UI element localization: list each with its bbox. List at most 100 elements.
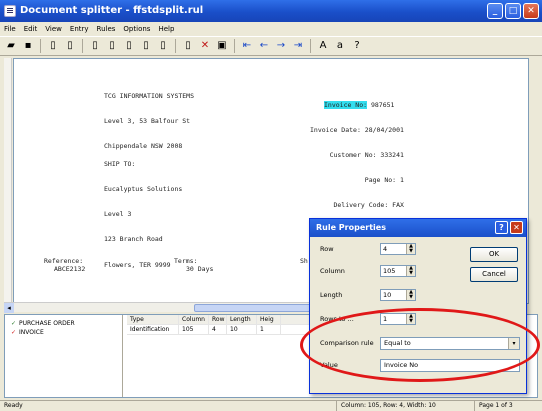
grid-cell: 4	[209, 325, 227, 334]
vertical-ruler	[4, 58, 12, 304]
column-value: 105	[383, 267, 396, 275]
menu-rules[interactable]: Rules	[97, 22, 116, 36]
spin-arrows-icon[interactable]: ▲ ▼	[406, 290, 415, 300]
properties-icon[interactable]: ▣	[215, 39, 229, 53]
length-spinner[interactable]: 10 ▲ ▼	[380, 289, 416, 301]
dialog-title: Rule Properties	[310, 219, 526, 237]
arrow-prev-icon[interactable]: ←	[257, 39, 271, 53]
page-icon[interactable]: ▯	[139, 39, 153, 53]
grid-cell: 10	[227, 325, 257, 334]
tree-item-label: INVOICE	[19, 329, 44, 336]
page-icon[interactable]: ▯	[105, 39, 119, 53]
invoice-detail: Delivery Code: FAX	[333, 201, 404, 210]
arrow-last-icon[interactable]: ⇥	[291, 39, 305, 53]
window-title: Document splitter - ffstdsplit.rul	[20, 5, 204, 16]
arrow-next-icon[interactable]: →	[274, 39, 288, 53]
page-icon[interactable]: ▯	[88, 39, 102, 53]
grid-cell: Identification	[127, 325, 179, 334]
page-icon[interactable]: ▯	[181, 39, 195, 53]
menu-help[interactable]: Help	[158, 22, 174, 36]
row-value: 4	[383, 245, 388, 253]
arrow-first-icon[interactable]: ⇤	[240, 39, 254, 53]
ship-to-line: Level 3	[104, 210, 132, 219]
open-icon[interactable]: ▰	[4, 39, 18, 53]
status-bar: Ready Column: 105, Row: 4, Width: 10 Pag…	[0, 400, 542, 411]
minimize-button[interactable]: _	[487, 3, 503, 19]
ship-to-block: SHIP TO: Eucalyptus Solutions Level 3 12…	[104, 143, 182, 286]
cancel-button[interactable]: Cancel	[470, 267, 518, 282]
page-icon[interactable]: ▯	[46, 39, 60, 53]
dialog-help-button[interactable]: ?	[495, 221, 508, 234]
check-icon: ✓	[11, 320, 17, 327]
grid-cell: 105	[179, 325, 209, 334]
help-icon[interactable]: ?	[350, 39, 364, 53]
menu-bar: File Edit View Entry Rules Options Help	[0, 22, 542, 36]
invoice-label-highlight[interactable]: Invoice No:	[324, 101, 368, 109]
row-spinner[interactable]: 4 ▲ ▼	[380, 243, 416, 255]
ship-via-fragment: Sh	[300, 257, 308, 265]
table-row[interactable]: Identification 105 4 10 1	[127, 325, 327, 335]
grid-header[interactable]: Length	[227, 315, 257, 324]
spin-arrows-icon[interactable]: ▲ ▼	[406, 266, 415, 276]
dialog-close-button[interactable]: ✕	[510, 221, 523, 234]
menu-view[interactable]: View	[45, 22, 62, 36]
document-type-tree: ✓ PURCHASE ORDER ✓ INVOICE	[5, 315, 123, 397]
toolbar-separator	[82, 39, 83, 53]
page-icon[interactable]: ▯	[122, 39, 136, 53]
grid-header-row: Type Column Row Length Heig	[127, 315, 327, 325]
column-spinner[interactable]: 105 ▲ ▼	[380, 265, 416, 277]
toolbar-separator	[310, 39, 311, 53]
page-icon[interactable]: ▯	[63, 39, 77, 53]
ship-to-line: Flowers, TER 9999	[104, 260, 171, 269]
column-label: Column	[320, 267, 345, 275]
font-up-icon[interactable]: A	[316, 39, 330, 53]
toolbar: ▰ ▪ ▯ ▯ ▯ ▯ ▯ ▯ ▯ ▯ ✕ ▣ ⇤ ← → ⇥ A a ?	[0, 36, 542, 56]
invoice-detail: Invoice Date: 28/04/2001	[310, 125, 404, 134]
font-down-icon[interactable]: a	[333, 39, 347, 53]
spin-arrows-icon[interactable]: ▲ ▼	[406, 244, 415, 254]
app-icon	[4, 5, 16, 17]
sender-line: TCG INFORMATION SYSTEMS	[104, 91, 195, 100]
scroll-thumb[interactable]	[194, 304, 314, 312]
toolbar-separator	[234, 39, 235, 53]
tree-item-purchase-order[interactable]: ✓ PURCHASE ORDER	[11, 319, 116, 328]
document-splitter-window: Document splitter - ffstdsplit.rul _ □ ✕…	[0, 0, 542, 411]
toolbar-separator	[40, 39, 41, 53]
grid-cell: 1	[257, 325, 281, 334]
ship-to-line: Eucalyptus Solutions	[104, 185, 183, 194]
close-button[interactable]: ✕	[523, 3, 539, 19]
invoice-details: Invoice Date: 28/04/2001 Customer No: 33…	[310, 109, 404, 227]
tree-item-label: PURCHASE ORDER	[19, 320, 75, 327]
check-icon: ✓	[11, 329, 17, 336]
ok-button[interactable]: OK	[470, 247, 518, 262]
save-icon[interactable]: ▪	[21, 39, 35, 53]
ship-to-line: 123 Branch Road	[104, 235, 163, 244]
menu-options[interactable]: Options	[123, 22, 150, 36]
maximize-button[interactable]: □	[505, 3, 521, 19]
invoice-detail: Customer No: 333241	[329, 151, 404, 160]
grid-header[interactable]: Heig	[257, 315, 281, 324]
terms-value: 30 Days	[186, 265, 214, 273]
title-bar: Document splitter - ffstdsplit.rul _ □ ✕	[0, 0, 542, 22]
ship-to-line: SHIP TO:	[104, 159, 136, 168]
grid-header[interactable]: Row	[209, 315, 227, 324]
row-label: Row	[320, 245, 334, 253]
length-value: 10	[383, 291, 392, 299]
scroll-left-icon[interactable]: ◂	[4, 303, 14, 313]
toolbar-separator	[175, 39, 176, 53]
length-label: Length	[320, 291, 343, 299]
menu-edit[interactable]: Edit	[24, 22, 38, 36]
delete-icon[interactable]: ✕	[198, 39, 212, 53]
grid-header[interactable]: Type	[127, 315, 179, 324]
highlight-ellipse	[300, 308, 540, 382]
invoice-number: 987651	[370, 101, 395, 109]
page-icon[interactable]: ▯	[156, 39, 170, 53]
menu-entry[interactable]: Entry	[70, 22, 89, 36]
tree-item-invoice[interactable]: ✓ INVOICE	[11, 328, 116, 337]
sender-line: Level 3, 53 Balfour St	[104, 117, 191, 126]
menu-file[interactable]: File	[4, 22, 16, 36]
reference-value: ABCE2132	[54, 265, 86, 273]
grid-header[interactable]: Column	[179, 315, 209, 324]
invoice-detail: Page No: 1	[364, 176, 404, 185]
rules-grid: Type Column Row Length Heig Identificati…	[127, 315, 327, 397]
